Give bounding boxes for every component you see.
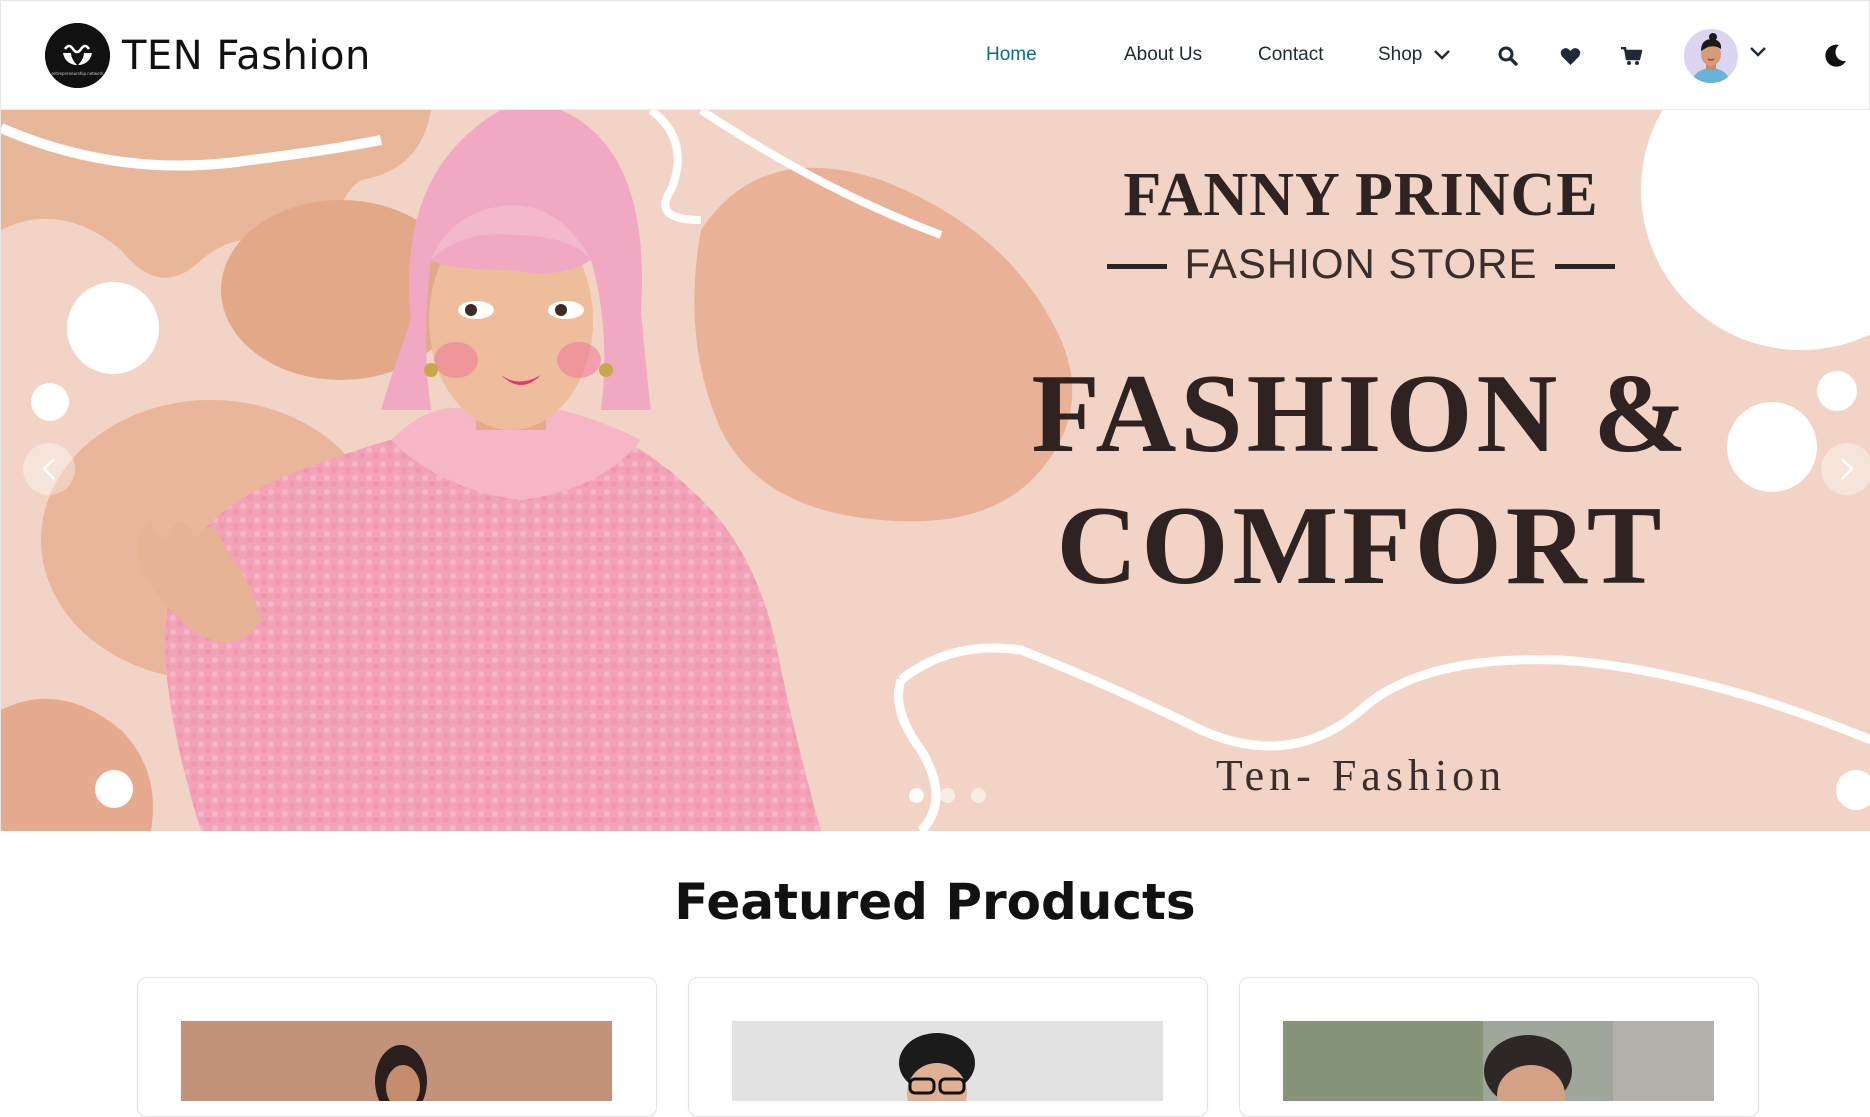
- product-card[interactable]: [688, 977, 1208, 1117]
- cart-icon[interactable]: [1620, 45, 1642, 67]
- chevron-left-icon: [42, 458, 55, 480]
- chevron-right-icon: [1841, 458, 1854, 480]
- navbar: entrepreneurship network TEN Fashion Hom…: [0, 0, 1870, 110]
- hero-carousel: FANNY PRINCE FASHION STORE FASHION & COM…: [0, 110, 1870, 831]
- hero-headline-2: COMFORT: [1056, 484, 1666, 608]
- nav-shop-dropdown[interactable]: Shop: [1378, 44, 1451, 66]
- product-image: [1283, 1021, 1714, 1101]
- heart-icon[interactable]: [1559, 45, 1581, 67]
- carousel-prev-button[interactable]: [23, 443, 75, 495]
- hero-sub-line: FASHION STORE: [981, 240, 1741, 288]
- avatar[interactable]: [1684, 29, 1738, 83]
- product-card[interactable]: [1239, 977, 1759, 1117]
- chevron-down-icon: [1434, 50, 1451, 60]
- hero-tagline: Ten- Fashion: [1215, 751, 1507, 800]
- carousel-dot-1[interactable]: [909, 788, 924, 803]
- carousel-dot-2[interactable]: [940, 788, 955, 803]
- chevron-down-icon[interactable]: [1750, 47, 1766, 57]
- nav-home[interactable]: Home: [986, 44, 1037, 66]
- hero-brand-line: FANNY PRINCE: [1123, 161, 1599, 229]
- hero-headline-1: FASHION &: [1031, 352, 1691, 476]
- search-icon[interactable]: [1497, 45, 1519, 67]
- product-image: [732, 1021, 1163, 1101]
- nav-contact[interactable]: Contact: [1258, 44, 1323, 66]
- carousel-dot-3[interactable]: [971, 788, 986, 803]
- featured-products-title: Featured Products: [674, 873, 1196, 931]
- carousel-next-button[interactable]: [1821, 443, 1870, 495]
- nav-shop-label: Shop: [1378, 44, 1423, 65]
- carousel-indicators: [909, 788, 986, 803]
- product-card[interactable]: [137, 977, 657, 1117]
- nav-links: Home About Us Contact Shop: [1, 1, 1870, 111]
- product-image: [181, 1021, 612, 1101]
- moon-icon[interactable]: [1822, 43, 1848, 69]
- hero-sub-text: FASHION STORE: [1184, 240, 1538, 287]
- nav-about[interactable]: About Us: [1124, 44, 1202, 66]
